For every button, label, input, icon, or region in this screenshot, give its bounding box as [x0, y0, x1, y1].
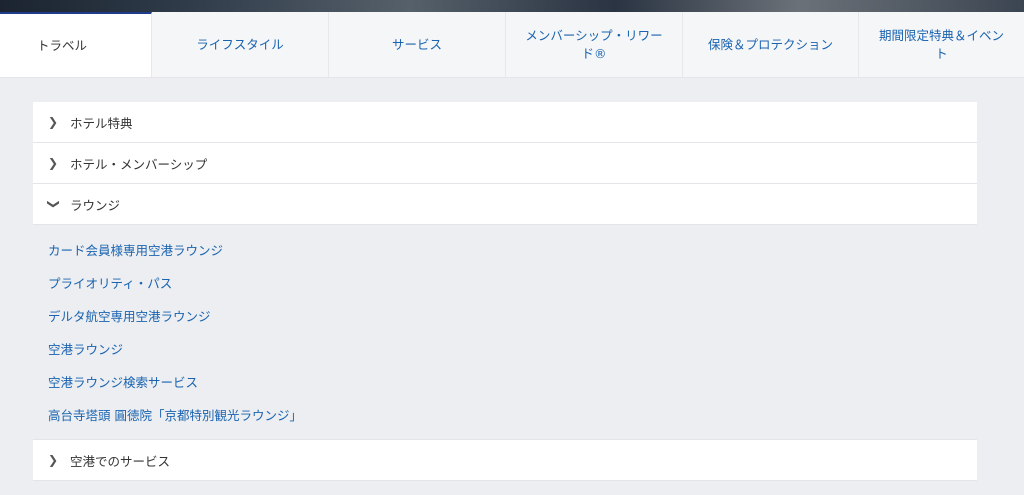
tab-label: 保険＆プロテクション — [707, 36, 833, 52]
lounge-link-lounge-search-service[interactable]: 空港ラウンジ検索サービス — [33, 366, 977, 399]
accordion-label: ホテル特典 — [70, 115, 133, 131]
tab-label: 期間限定特典＆イベント — [878, 27, 1004, 61]
accordion-item-hotel-membership[interactable]: ❯ ホテル・メンバーシップ — [33, 143, 977, 184]
lounge-link-kyoto-special-lounge[interactable]: 高台寺塔頭 圓徳院「京都特別観光ラウンジ」 — [33, 399, 977, 432]
tab-membership-rewards[interactable]: メンバーシップ・リワード® — [506, 12, 683, 77]
lounge-link-card-member-airport-lounge[interactable]: カード会員様専用空港ラウンジ — [33, 234, 977, 267]
hero-image-strip — [0, 0, 1024, 12]
tab-insurance-protection[interactable]: 保険＆プロテクション — [683, 12, 859, 77]
tab-label: サービス — [391, 36, 442, 52]
lounge-link-delta-airport-lounge[interactable]: デルタ航空専用空港ラウンジ — [33, 300, 977, 333]
chevron-right-icon: ❯ — [48, 115, 59, 129]
accordion-label: ラウンジ — [70, 197, 121, 213]
tab-label: メンバーシップ・リワード® — [525, 27, 663, 61]
chevron-right-icon: ❯ — [48, 453, 59, 467]
accordion-label: ホテル・メンバーシップ — [70, 156, 208, 172]
tab-lifestyle[interactable]: ライフスタイル — [152, 12, 329, 77]
lounge-link-priority-pass[interactable]: プライオリティ・パス — [33, 267, 977, 300]
accordion-item-airport-services[interactable]: ❯ 空港でのサービス — [33, 440, 977, 481]
tab-travel[interactable]: トラベル — [0, 12, 152, 77]
lounge-links-panel: カード会員様専用空港ラウンジ プライオリティ・パス デルタ航空専用空港ラウンジ … — [33, 225, 977, 440]
accordion-item-hotel-benefits[interactable]: ❯ ホテル特典 — [33, 102, 977, 143]
chevron-right-icon: ❯ — [48, 156, 59, 170]
tab-label: ライフスタイル — [196, 36, 284, 52]
accordion-label: 空港でのサービス — [70, 453, 171, 469]
benefits-accordion: ❯ ホテル特典 ❯ ホテル・メンバーシップ ❯ ラウンジ カード会員様専用空港ラ… — [33, 102, 977, 481]
tab-limited-offers-events[interactable]: 期間限定特典＆イベント — [859, 12, 1024, 77]
content-area: ❯ ホテル特典 ❯ ホテル・メンバーシップ ❯ ラウンジ カード会員様専用空港ラ… — [0, 78, 1024, 481]
tab-service[interactable]: サービス — [329, 12, 506, 77]
accordion-item-lounge[interactable]: ❯ ラウンジ — [33, 184, 977, 225]
lounge-link-airport-lounge[interactable]: 空港ラウンジ — [33, 333, 977, 366]
tab-label: トラベル — [37, 37, 88, 53]
chevron-down-icon: ❯ — [47, 198, 61, 210]
category-tabs: トラベル ライフスタイル サービス メンバーシップ・リワード® 保険＆プロテクシ… — [0, 12, 1024, 78]
